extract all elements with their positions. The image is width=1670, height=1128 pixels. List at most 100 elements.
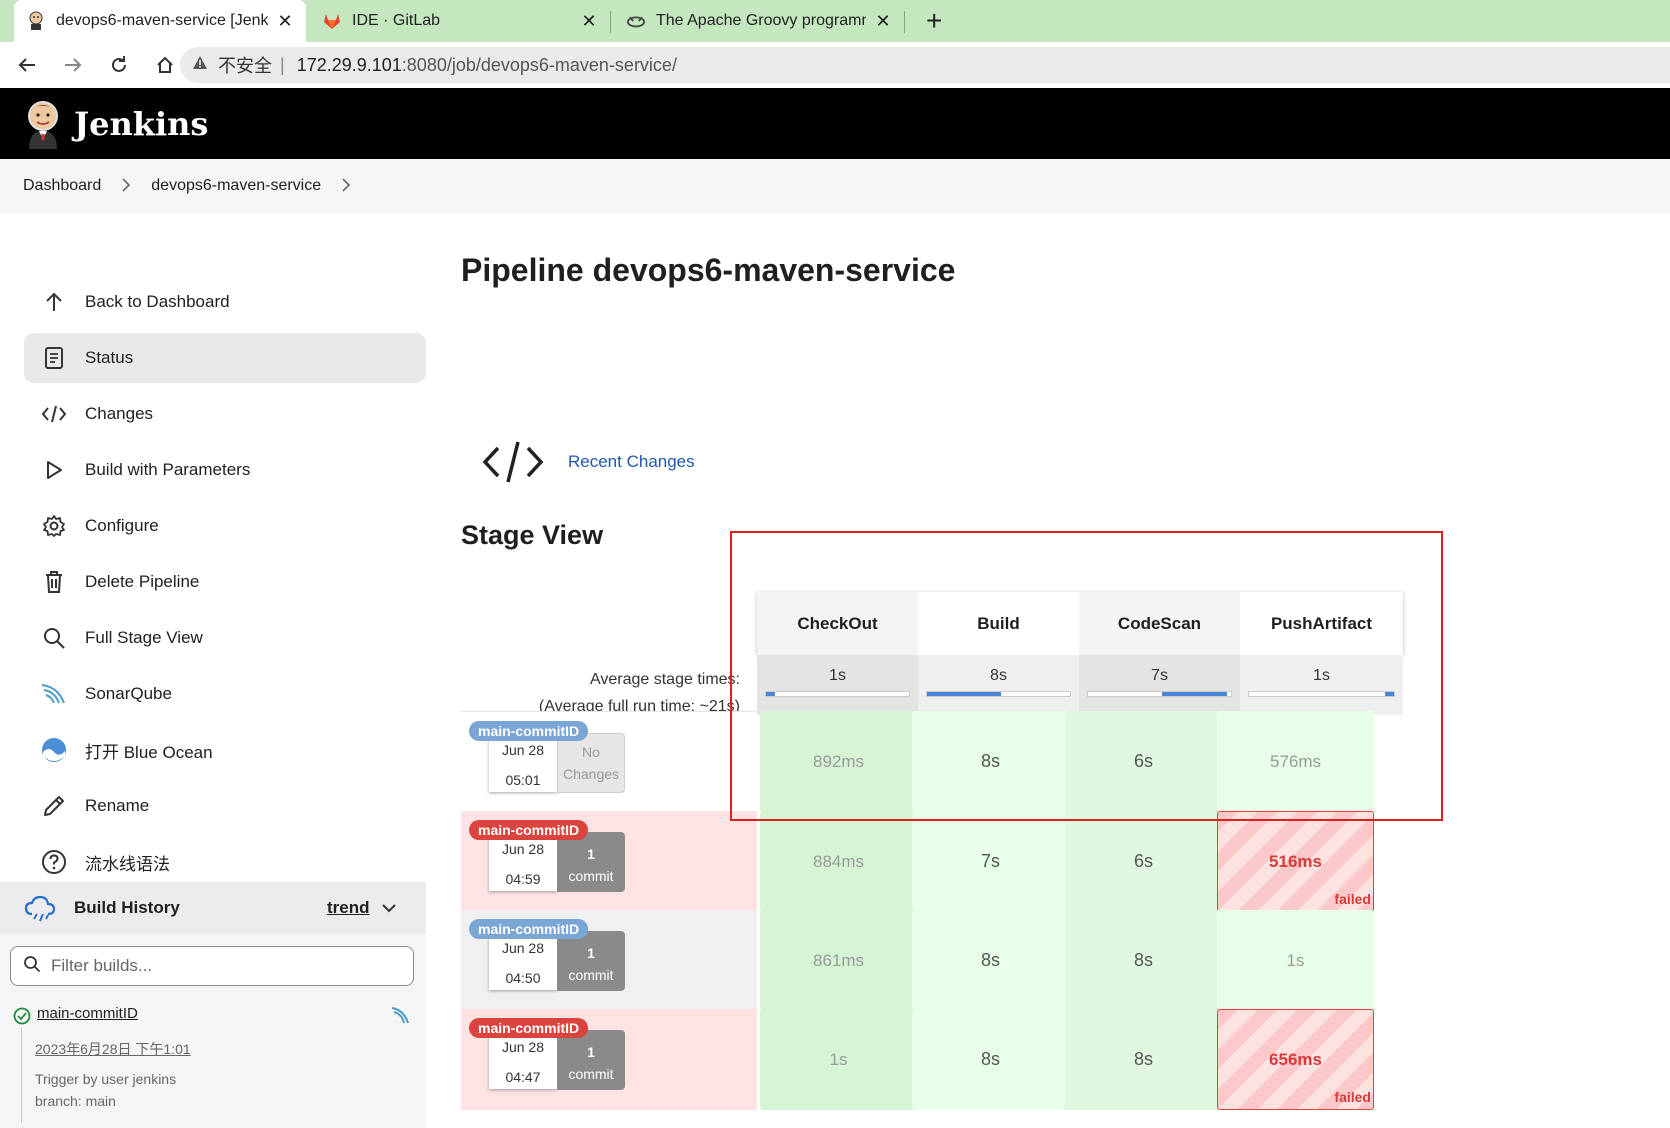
stage-cell-build[interactable]: 8s bbox=[912, 1009, 1069, 1110]
recent-changes-link[interactable]: Recent Changes bbox=[568, 452, 695, 472]
jenkins-header: Jenkins bbox=[0, 88, 1670, 159]
search-icon bbox=[40, 624, 68, 652]
stage-cell-checkout[interactable]: 884ms bbox=[760, 811, 917, 912]
sidebar-item-status[interactable]: Status bbox=[24, 333, 426, 383]
stage-cell-checkout[interactable]: 861ms bbox=[760, 910, 917, 1011]
tab-separator bbox=[904, 11, 905, 33]
filter-placeholder: Filter builds... bbox=[51, 956, 153, 975]
new-tab-button[interactable]: + bbox=[926, 6, 942, 36]
cloud-icon bbox=[24, 894, 56, 922]
average-time-bar-fill bbox=[766, 692, 775, 696]
run-changes[interactable]: No Changes bbox=[557, 733, 625, 793]
average-time-value: 8s bbox=[990, 667, 1007, 684]
build-name-link[interactable]: main-commitID bbox=[37, 1005, 138, 1022]
sidebar-item-blue-ocean[interactable]: 打开 Blue Ocean bbox=[24, 722, 426, 778]
run-changes[interactable]: 1 commit bbox=[557, 931, 625, 991]
run-time: 04:59 bbox=[505, 871, 541, 887]
breadcrumb-dashboard[interactable]: Dashboard bbox=[23, 177, 101, 195]
stage-cell-build[interactable]: 7s bbox=[912, 811, 1069, 912]
average-stage-time: 1s bbox=[757, 655, 918, 715]
run-changes-label: commit bbox=[568, 967, 614, 983]
run-badge[interactable]: main-commitID bbox=[469, 1018, 589, 1038]
sidebar-item-label: Status bbox=[85, 348, 134, 367]
close-icon[interactable]: ✕ bbox=[874, 11, 892, 32]
jenkins-brand[interactable]: Jenkins bbox=[74, 105, 208, 143]
run-changes[interactable]: 1 commit bbox=[557, 832, 625, 892]
run-badge[interactable]: main-commitID bbox=[469, 820, 589, 840]
chevron-right-icon[interactable] bbox=[341, 177, 351, 195]
stage-cell-pushartifact[interactable]: 1s bbox=[1217, 910, 1374, 1011]
run-badge[interactable]: main-commitID bbox=[469, 919, 589, 939]
build-date-link[interactable]: 2023年6月28日 下午1:01 bbox=[35, 1039, 191, 1059]
tab-jenkins[interactable]: devops6-maven-service [Jenki ✕ bbox=[14, 0, 306, 42]
url-path: :8080/job/devops6-maven-service/ bbox=[401, 54, 677, 75]
stage-header-row: CheckOut Build CodeScan PushArtifact bbox=[757, 592, 1403, 655]
url-field[interactable]: 不安全 | 172.29.9.101 :8080/job/devops6-mav… bbox=[180, 47, 1670, 83]
sidebar-item-label: Rename bbox=[85, 796, 150, 815]
sidebar-item-full-stage-view[interactable]: Full Stage View bbox=[24, 610, 426, 666]
stage-cell-checkout[interactable]: 892ms bbox=[760, 711, 917, 812]
blue-ocean-icon bbox=[40, 736, 68, 764]
stage-duration: 1s bbox=[1286, 950, 1305, 970]
tab-gitlab[interactable]: IDE · GitLab ✕ bbox=[310, 0, 610, 42]
stage-cell-codescan[interactable]: 6s bbox=[1065, 711, 1222, 812]
run-changes[interactable]: 1 commit bbox=[557, 1030, 625, 1090]
browser-tab-bar: devops6-maven-service [Jenki ✕ IDE · Git… bbox=[0, 0, 1670, 42]
run-date: Jun 28 bbox=[501, 1039, 545, 1055]
filter-builds-input[interactable]: Filter builds... bbox=[10, 946, 414, 986]
stage-cell-codescan[interactable]: 8s bbox=[1065, 910, 1222, 1011]
close-icon[interactable]: ✕ bbox=[276, 11, 294, 32]
stage-cell-pushartifact[interactable]: 516ms failed bbox=[1217, 811, 1374, 912]
sidebar-item-build-with-parameters[interactable]: Build with Parameters bbox=[24, 442, 426, 498]
reload-icon[interactable] bbox=[108, 54, 130, 76]
back-arrow-icon[interactable] bbox=[16, 54, 38, 76]
stage-duration: 884ms bbox=[812, 851, 865, 871]
chevron-down-icon[interactable] bbox=[382, 898, 396, 918]
sonarqube-icon[interactable] bbox=[390, 1005, 412, 1030]
run-date: Jun 28 bbox=[501, 940, 545, 956]
sidebar-item-label: 流水线语法 bbox=[85, 854, 170, 874]
trend-link[interactable]: trend bbox=[327, 898, 370, 918]
stage-run-row: main-commitID Jun 28 04:59 1 commit 884ms 7s 6s… bbox=[461, 811, 1403, 916]
average-times-row: 1s 8s 7s 1s bbox=[757, 655, 1403, 715]
close-icon[interactable]: ✕ bbox=[580, 11, 598, 32]
stage-header-build: Build bbox=[977, 613, 1020, 633]
stage-duration: 1s bbox=[829, 1049, 848, 1069]
sidebar-item-rename[interactable]: Rename bbox=[24, 778, 426, 834]
url-host: 172.29.9.101 bbox=[296, 54, 402, 75]
sidebar: Back to Dashboard Status Changes Build w… bbox=[24, 274, 426, 890]
home-icon[interactable] bbox=[154, 54, 176, 76]
run-badge[interactable]: main-commitID bbox=[469, 721, 589, 741]
sidebar-item-changes[interactable]: Changes bbox=[24, 386, 426, 442]
jenkins-logo-icon[interactable] bbox=[24, 99, 62, 149]
stage-duration: 8s bbox=[980, 751, 1000, 771]
sidebar-item-configure[interactable]: Configure bbox=[24, 498, 426, 554]
build-trigger: Trigger by user jenkins bbox=[35, 1071, 177, 1087]
breadcrumb-job[interactable]: devops6-maven-service bbox=[151, 177, 321, 195]
stage-cell-checkout[interactable]: 1s bbox=[760, 1009, 917, 1110]
run-changes-count: 1 bbox=[587, 846, 595, 862]
sidebar-item-sonarqube[interactable]: SonarQube bbox=[24, 666, 426, 722]
stage-header-codescan: CodeScan bbox=[1079, 592, 1240, 655]
forward-arrow-icon[interactable] bbox=[62, 54, 84, 76]
gitlab-icon bbox=[322, 11, 342, 31]
tab-title: The Apache Groovy programm bbox=[656, 12, 866, 29]
tab-title: IDE · GitLab bbox=[352, 12, 441, 29]
sidebar-item-delete-pipeline[interactable]: Delete Pipeline bbox=[24, 554, 426, 610]
stage-duration: 861ms bbox=[812, 950, 865, 970]
stage-cell-codescan[interactable]: 6s bbox=[1065, 811, 1222, 912]
tab-separator bbox=[610, 11, 611, 33]
stage-cell-pushartifact[interactable]: 656ms failed bbox=[1217, 1009, 1374, 1110]
build-branch: branch: main bbox=[35, 1093, 116, 1109]
stage-cell-build[interactable]: 8s bbox=[912, 910, 1069, 1011]
stage-cell-pushartifact[interactable]: 576ms bbox=[1217, 711, 1374, 812]
code-icon bbox=[40, 400, 68, 428]
average-time-bar bbox=[926, 691, 1071, 697]
sidebar-item-back-to-dashboard[interactable]: Back to Dashboard bbox=[24, 274, 426, 330]
average-stage-time: 1s bbox=[1240, 655, 1403, 715]
tab-groovy[interactable]: The Apache Groovy programm ✕ bbox=[614, 0, 904, 42]
stage-cell-build[interactable]: 8s bbox=[912, 711, 1069, 812]
stage-cell-codescan[interactable]: 8s bbox=[1065, 1009, 1222, 1110]
stage-duration: 6s bbox=[1133, 851, 1153, 871]
run-date: Jun 28 bbox=[501, 742, 545, 758]
